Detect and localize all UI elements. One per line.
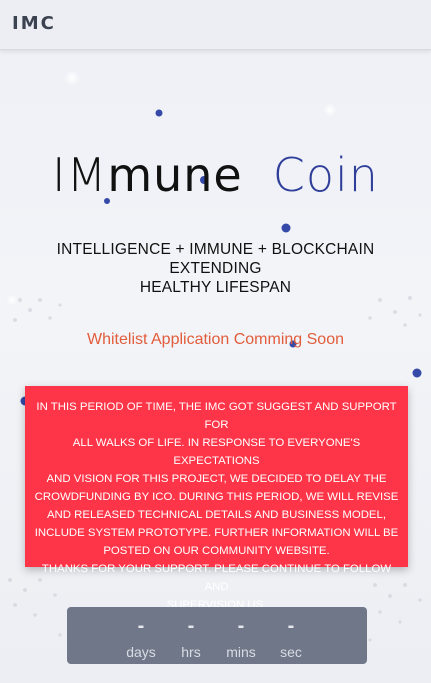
- logo-im: IM: [52, 148, 108, 202]
- tagline-line: HEALTHY LIFESPAN: [139, 279, 292, 296]
- logo-mune: mune: [107, 148, 243, 202]
- tagline-line: INTELLIGENCE + IMMUNE + BLOCKCHAIN EXTEN…: [56, 241, 375, 277]
- logo-coin: Coin: [272, 148, 379, 202]
- countdown-timer: - days - hrs - mins - sec: [67, 607, 367, 664]
- countdown-days-label: days: [126, 644, 156, 660]
- countdown-hours-value: -: [187, 615, 195, 637]
- delay-notice-box: IN THIS PERIOD OF TIME, THE IMC GOT SUGG…: [25, 386, 408, 611]
- tagline: INTELLIGENCE + IMMUNE + BLOCKCHAIN EXTEN…: [10, 240, 421, 297]
- main-content: IMmune Coin INTELLIGENCE + IMMUNE + BLOCK…: [0, 0, 431, 683]
- notice-line: THANKS FOR YOUR SUPPORT. PLEASE CONTINUE…: [41, 563, 392, 593]
- countdown-sec-value: -: [287, 615, 295, 637]
- countdown-days-value: -: [137, 615, 145, 637]
- brand-logo[interactable]: IMC: [12, 13, 56, 34]
- top-header: IMC: [0, 0, 431, 50]
- countdown-sec-label: sec: [280, 644, 302, 660]
- whitelist-announcement: Whitelist Application Comming Soon: [86, 331, 344, 348]
- notice-line: CROWDFUNDING BY ICO. DURING THIS PERIOD,…: [34, 491, 399, 503]
- notice-line: AND RELEASED TECHNICAL DETAILS AND BUSIN…: [46, 509, 387, 521]
- notice-line: ALL WALKS OF LIFE. IN RESPONSE TO EVERYO…: [72, 437, 361, 467]
- notice-line: POSTED ON OUR COMMUNITY WEBSITE.: [103, 545, 330, 557]
- immune-coin-logo: IMmune Coin: [0, 148, 431, 202]
- countdown-mins-value: -: [237, 615, 245, 637]
- notice-line: AND VISION FOR THIS PROJECT, WE DECIDED …: [46, 473, 387, 485]
- countdown-hours-label: hrs: [181, 644, 201, 660]
- notice-line: INCLUDE SYSTEM PROTOTYPE. FURTHER INFORM…: [34, 527, 399, 539]
- notice-line: IN THIS PERIOD OF TIME, THE IMC GOT SUGG…: [36, 401, 397, 431]
- countdown-mins-label: mins: [226, 644, 256, 660]
